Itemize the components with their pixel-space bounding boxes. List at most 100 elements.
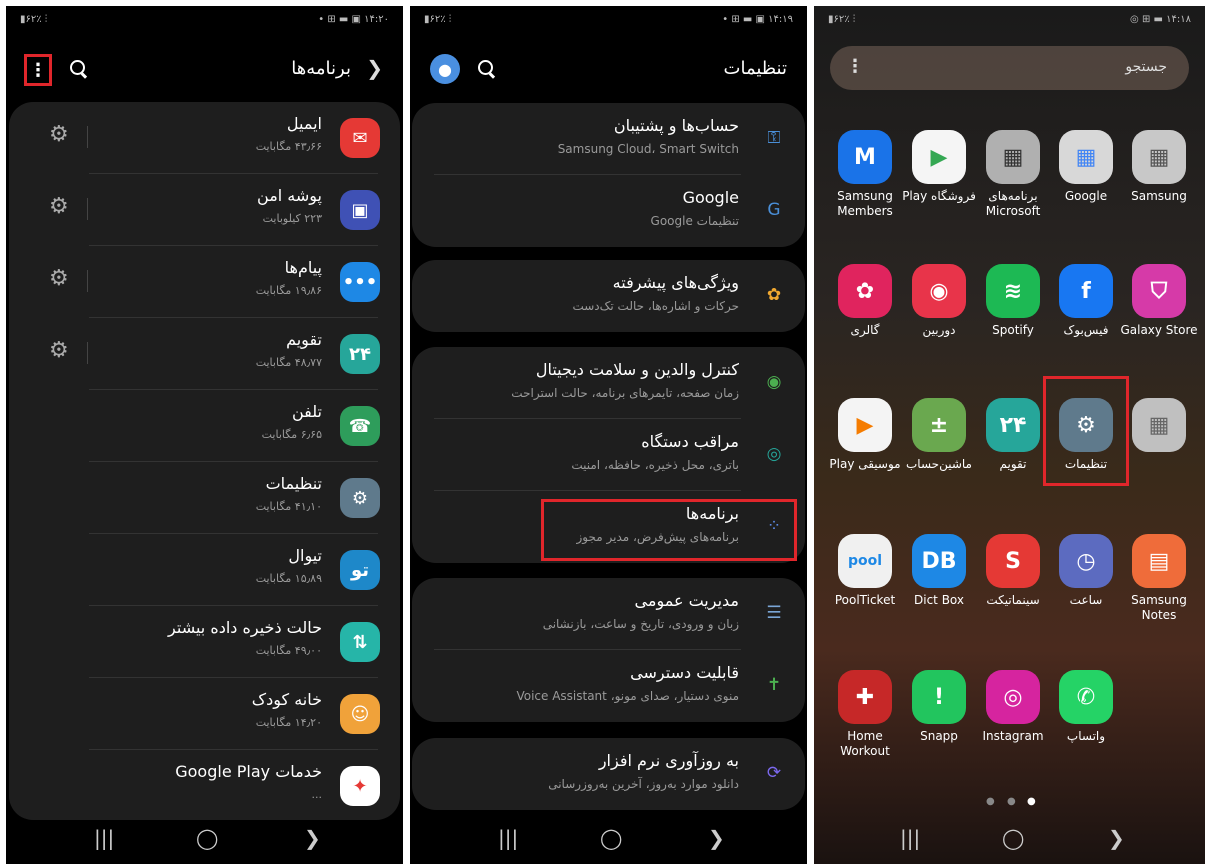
page-dot-active[interactable]: ● [1027, 796, 1036, 807]
status-bar: ▮۶۲٪ ⫶ ◎ ⊞ ▬ ۱۴:۱۸ [814, 6, 1205, 34]
app-launcher-icon[interactable]: pool PoolTicket [826, 534, 904, 608]
drawer-search-bar[interactable]: ⋮ جستجو [830, 46, 1189, 90]
settings-item[interactable]: ✿ ویژگی‌های پیشرفته حرکات و اشاره‌ها، حالت… [412, 260, 805, 332]
settings-item[interactable]: ☰ مدیریت عمومی زبان و ورودی، تاریخ و ساعت،… [412, 578, 805, 650]
app-icon: ▶ [912, 130, 966, 184]
app-icon: f [1059, 264, 1113, 318]
settings-item[interactable]: ◎ مراقب دستگاه باتری، محل ذخیره، حافظه، ام… [412, 419, 805, 491]
app-icon: تو [340, 550, 380, 590]
status-bar: ▮۶۲٪ ⫶ • ⊞ ▬ ▣ ۱۴:۱۹ [410, 6, 807, 34]
app-icon: ≋ [986, 264, 1040, 318]
app-launcher-icon[interactable]: ▦ Google [1047, 130, 1125, 204]
app-list-item[interactable]: ⚙ تنظیمات ۴۱٫۱۰ مگابایت [9, 462, 400, 534]
page-dot[interactable]: ● [986, 796, 995, 807]
app-list-item[interactable]: ✦ خدمات Google Play... [9, 750, 400, 822]
more-options-icon[interactable]: ⋮ [24, 54, 52, 86]
app-settings-gear-icon[interactable]: ⚙ [49, 194, 69, 219]
app-list-item[interactable]: ۲۴ تقویم ۴۸٫۷۷ مگابایت ⚙ [9, 318, 400, 390]
app-launcher-icon[interactable]: ◷ ساعت [1047, 534, 1125, 608]
app-label: Spotify [992, 323, 1034, 337]
app-launcher-icon[interactable]: ✚ Home Workout [826, 670, 904, 759]
app-list-item[interactable]: ☺ خانه کودک ۱۴٫۲۰ مگابایت [9, 678, 400, 750]
app-icon: ▦ [986, 130, 1040, 184]
app-name: خدمات Google Play [175, 762, 322, 781]
vertical-divider [87, 342, 88, 364]
profile-icon[interactable]: ● [430, 54, 460, 84]
app-launcher-icon[interactable]: ◉ دوربین [900, 264, 978, 338]
settings-item-subtitle: Samsung Cloud، Smart Switch [557, 142, 739, 156]
settings-highlight-box [1043, 376, 1129, 486]
home-button[interactable]: ◯ [196, 826, 218, 850]
app-launcher-icon[interactable]: ▶ Play فروشگاه [900, 130, 978, 204]
app-launcher-icon[interactable]: ▦ برنامه‌های Microsoft [974, 130, 1052, 219]
app-launcher-icon[interactable]: ✆ واتساپ [1047, 670, 1125, 744]
settings-item-subtitle: دانلود موارد به‌روز، آخرین به‌روزرسانی [548, 777, 739, 791]
app-icon: ☺ [340, 694, 380, 734]
settings-item-icon: ◎ [766, 444, 782, 464]
app-list-item[interactable]: تو تیوال ۱۵٫۸۹ مگابایت [9, 534, 400, 606]
settings-item[interactable]: ⟳ به روزآوری نرم افزار دانلود موارد به‌روز… [412, 738, 805, 810]
settings-item[interactable]: ✝ قابلیت دسترسی منوی دستیار، صدای مونو، Vo… [412, 650, 805, 722]
app-size: ۴۳٫۶۶ مگابایت [255, 140, 322, 153]
settings-item-subtitle: حرکات و اشاره‌ها، حالت تک‌دست [572, 299, 739, 313]
settings-card: ✿ ویژگی‌های پیشرفته حرکات و اشاره‌ها، حالت… [412, 260, 805, 332]
nav-bar: ||| ◯ ❯ [814, 814, 1205, 864]
app-label: Snapp [920, 729, 958, 743]
home-button[interactable]: ◯ [600, 826, 622, 850]
settings-item-subtitle: منوی دستیار، صدای مونو، Voice Assistant [516, 689, 739, 703]
status-right: ◎ ⊞ ▬ ۱۴:۱۸ [1130, 14, 1191, 25]
app-settings-gear-icon[interactable]: ⚙ [49, 338, 69, 363]
app-launcher-icon[interactable]: f فیس‌بوک [1047, 264, 1125, 338]
app-list-item[interactable]: ✉ ایمیل ۴۳٫۶۶ مگابایت ⚙ [9, 102, 400, 174]
recents-button[interactable]: ||| [498, 826, 518, 850]
search-placeholder: جستجو [1125, 59, 1167, 75]
back-button[interactable]: ❯ [708, 826, 725, 850]
back-chevron-icon[interactable]: ❯ [366, 56, 383, 80]
app-label: Galaxy Store [1120, 323, 1198, 337]
search-icon[interactable] [476, 58, 496, 78]
app-icon: ⛉ [1132, 264, 1186, 318]
home-button[interactable]: ◯ [1002, 826, 1024, 850]
app-launcher-icon[interactable]: M Samsung Members [826, 130, 904, 219]
app-launcher-icon[interactable]: ۲۴ تقویم [974, 398, 1052, 472]
app-launcher-icon[interactable]: ⛉ Galaxy Store [1120, 264, 1198, 338]
app-label: Play فروشگاه [902, 189, 976, 203]
page-dot[interactable]: ● [1007, 796, 1016, 807]
app-launcher-icon[interactable]: ▤ Samsung Notes [1120, 534, 1198, 623]
app-launcher-icon[interactable]: ± ماشین‌حساب [900, 398, 978, 472]
settings-item[interactable]: G Google تنظیمات Google [412, 175, 805, 247]
app-icon: ☎ [340, 406, 380, 446]
recents-button[interactable]: ||| [94, 826, 114, 850]
app-settings-gear-icon[interactable]: ⚙ [49, 122, 69, 147]
app-list-item[interactable]: ⇅ حالت ذخیره داده بیشتر ۴۹٫۰۰ مگابایت [9, 606, 400, 678]
app-launcher-icon[interactable]: ◎ Instagram [974, 670, 1052, 744]
back-button[interactable]: ❯ [1108, 826, 1125, 850]
page-title: برنامه‌ها [291, 58, 351, 79]
app-size: ۴۱٫۱۰ مگابایت [255, 500, 322, 513]
app-name: پوشه امن [257, 186, 322, 205]
back-button[interactable]: ❯ [304, 826, 321, 850]
app-list-item[interactable]: ☎ تلفن ۶٫۶۵ مگابایت [9, 390, 400, 462]
app-icon: ▶ [838, 398, 892, 452]
status-left: ▮۶۲٪ ⫶ [424, 14, 452, 25]
app-settings-gear-icon[interactable]: ⚙ [49, 266, 69, 291]
app-name: خانه کودک [251, 690, 322, 709]
app-launcher-icon[interactable]: ▦ [1120, 398, 1198, 457]
settings-item[interactable]: ⚿ حساب‌ها و پشتیبان Samsung Cloud، Smart S… [412, 103, 805, 175]
app-launcher-icon[interactable]: ✿ گالری [826, 264, 904, 338]
status-bar: ▮۶۲٪ ⫶ • ⊞ ▬ ▣ ۱۴:۲۰ [6, 6, 403, 34]
app-list-item[interactable]: ••• پیام‌ها ۱۹٫۸۶ مگابایت ⚙ [9, 246, 400, 318]
vertical-divider [87, 270, 88, 292]
app-list-item[interactable]: ▣ پوشه امن ۲۲۳ کیلوبایت ⚙ [9, 174, 400, 246]
settings-item[interactable]: ◉ کنترل والدین و سلامت دیجیتال زمان صفحه، … [412, 347, 805, 419]
app-launcher-icon[interactable]: DB Dict Box [900, 534, 978, 608]
app-launcher-icon[interactable]: S سینماتیکت [974, 534, 1052, 608]
app-launcher-icon[interactable]: ▦ Samsung [1120, 130, 1198, 204]
app-launcher-icon[interactable]: ▶ Play موسیقی [826, 398, 904, 472]
app-launcher-icon[interactable]: ! Snapp [900, 670, 978, 744]
search-icon[interactable] [68, 58, 88, 78]
app-launcher-icon[interactable]: ≋ Spotify [974, 264, 1052, 338]
more-options-icon[interactable]: ⋮ [846, 56, 864, 77]
app-label: برنامه‌های Microsoft [985, 189, 1041, 218]
recents-button[interactable]: ||| [900, 826, 920, 850]
